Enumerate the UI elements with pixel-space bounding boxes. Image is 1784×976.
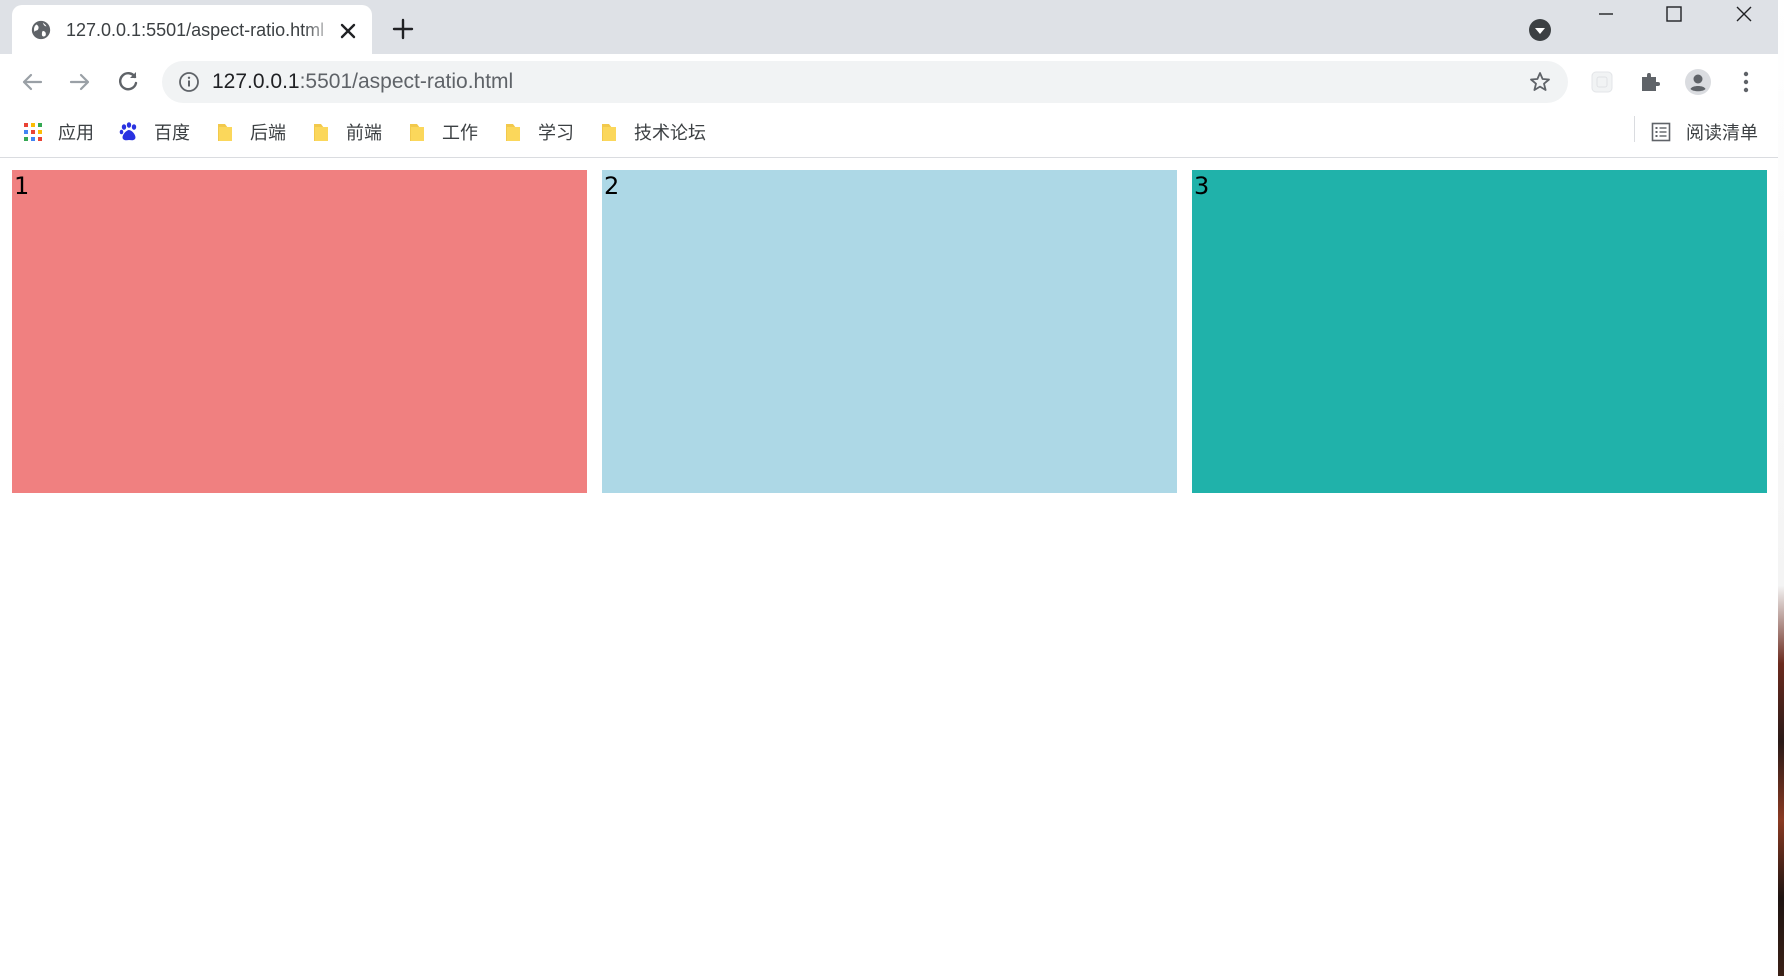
address-url: 127.0.0.1:5501/aspect-ratio.html bbox=[212, 70, 513, 94]
active-tab[interactable]: 127.0.0.1:5501/aspect-ratio.html bbox=[12, 5, 372, 54]
bookmark-star-icon[interactable] bbox=[1528, 70, 1552, 94]
bookmark-label: 应用 bbox=[58, 123, 94, 143]
folder-icon bbox=[314, 124, 328, 141]
bookmark-apps[interactable]: 应用 bbox=[22, 118, 94, 146]
folder-icon bbox=[506, 124, 520, 141]
new-tab-icon[interactable] bbox=[392, 18, 414, 40]
bookmark-folder-backend[interactable]: 后端 bbox=[214, 118, 286, 146]
extension-placeholder-icon[interactable] bbox=[1588, 68, 1616, 96]
bookmark-label: 百度 bbox=[154, 123, 190, 143]
bookmark-folder-forums[interactable]: 技术论坛 bbox=[598, 118, 706, 146]
address-host: 127.0.0.1 bbox=[212, 70, 300, 93]
profile-avatar-icon[interactable] bbox=[1684, 68, 1712, 96]
reading-list-label: 阅读清单 bbox=[1686, 123, 1758, 143]
bookmarks-separator bbox=[1634, 116, 1635, 142]
box-number: 1 bbox=[14, 172, 30, 200]
site-info-icon[interactable] bbox=[178, 71, 200, 93]
bookmark-folder-frontend[interactable]: 前端 bbox=[310, 118, 382, 146]
bookmarks-bar: 应用 百度 后端 前端 工作 学习 技术论坛 阅读清单 bbox=[0, 110, 1778, 158]
bookmark-label: 后端 bbox=[250, 123, 286, 143]
reading-list-icon bbox=[1651, 122, 1671, 142]
box-number: 2 bbox=[604, 172, 620, 200]
maximize-icon[interactable] bbox=[1664, 4, 1684, 24]
ratio-box-3: 3 bbox=[1192, 170, 1767, 493]
ratio-box-1: 1 bbox=[12, 170, 587, 493]
page-viewport: 1 2 3 bbox=[0, 158, 1778, 976]
folder-icon bbox=[602, 124, 616, 141]
bookmark-folder-work[interactable]: 工作 bbox=[406, 118, 478, 146]
bookmark-label: 学习 bbox=[538, 123, 574, 143]
box-number: 3 bbox=[1194, 172, 1210, 200]
reload-icon[interactable] bbox=[114, 68, 142, 96]
bookmark-label: 技术论坛 bbox=[634, 123, 706, 143]
bookmark-baidu[interactable]: 百度 bbox=[118, 118, 190, 146]
minimize-icon[interactable] bbox=[1596, 4, 1616, 24]
address-path: :5501/aspect-ratio.html bbox=[299, 70, 514, 93]
desktop-wallpaper-edge bbox=[1778, 0, 1784, 976]
folder-icon bbox=[218, 124, 232, 141]
tab-title: 127.0.0.1:5501/aspect-ratio.html bbox=[66, 20, 325, 40]
tab-close-icon[interactable] bbox=[338, 21, 358, 41]
window-close-icon[interactable] bbox=[1734, 4, 1754, 24]
browser-toolbar: 127.0.0.1:5501/aspect-ratio.html bbox=[0, 54, 1778, 110]
address-bar[interactable]: 127.0.0.1:5501/aspect-ratio.html bbox=[162, 61, 1568, 103]
bookmark-label: 前端 bbox=[346, 123, 382, 143]
menu-kebab-icon[interactable] bbox=[1732, 68, 1760, 96]
apps-grid-icon bbox=[24, 123, 42, 141]
browser-window: 127.0.0.1:5501/aspect-ratio.html 127.0.0… bbox=[0, 0, 1778, 976]
tab-search-icon[interactable] bbox=[1528, 18, 1552, 42]
baidu-paw-icon bbox=[119, 122, 137, 141]
bookmark-folder-study[interactable]: 学习 bbox=[502, 118, 574, 146]
globe-icon bbox=[31, 20, 51, 40]
ratio-box-2: 2 bbox=[602, 170, 1177, 493]
forward-arrow-icon[interactable] bbox=[66, 68, 94, 96]
back-arrow-icon[interactable] bbox=[18, 68, 46, 96]
reading-list-button[interactable]: 阅读清单 bbox=[1650, 118, 1758, 146]
bookmark-label: 工作 bbox=[442, 123, 478, 143]
tab-strip: 127.0.0.1:5501/aspect-ratio.html bbox=[0, 0, 1778, 54]
extensions-puzzle-icon[interactable] bbox=[1636, 68, 1664, 96]
folder-icon bbox=[410, 124, 424, 141]
